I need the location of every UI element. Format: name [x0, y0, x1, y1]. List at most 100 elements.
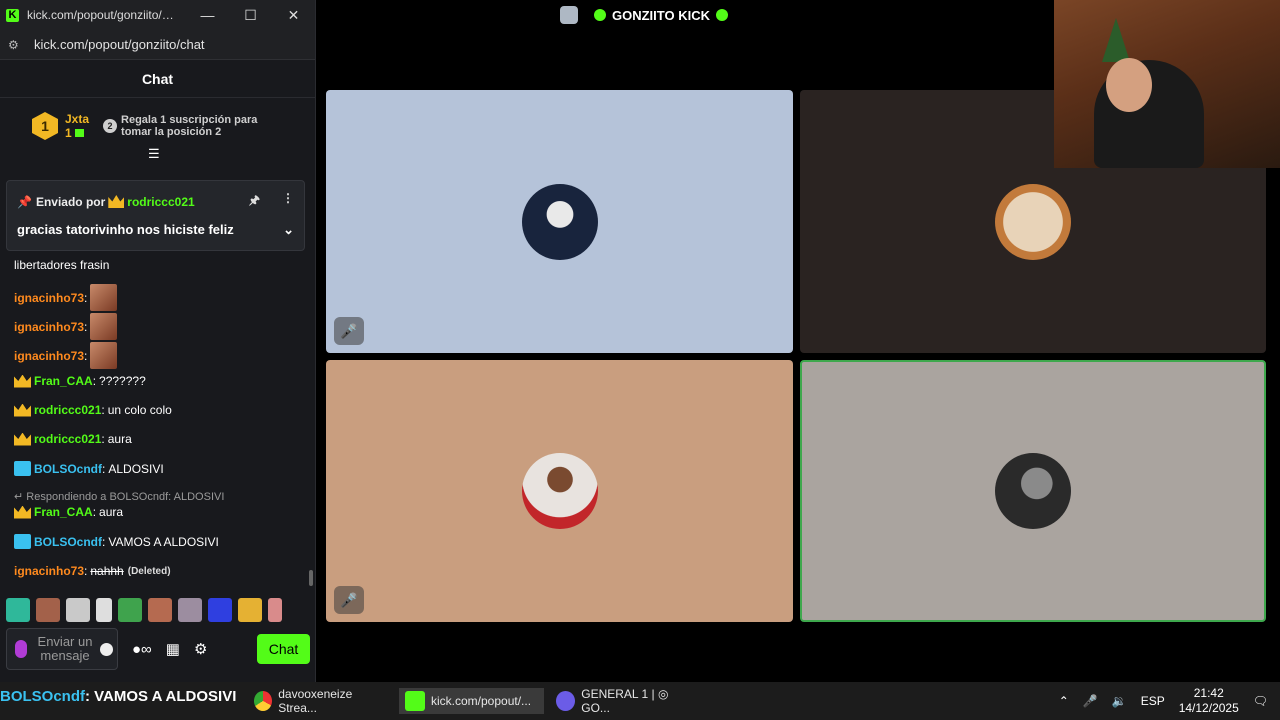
- message-username[interactable]: ignacinho73: [14, 291, 84, 305]
- input-placeholder: Enviar un mensaje: [37, 634, 93, 663]
- language-indicator[interactable]: ESP: [1141, 694, 1165, 708]
- mic-icon[interactable]: [15, 640, 27, 658]
- more-options-icon[interactable]: ⋮: [282, 191, 294, 212]
- message-username[interactable]: ignacinho73: [14, 349, 84, 363]
- muted-mic-icon[interactable]: 🎤: [334, 586, 364, 614]
- participant-avatar: [995, 183, 1071, 260]
- taskbar-item-discord[interactable]: GENERAL 1 | ◎ GO...: [556, 687, 696, 715]
- message-username[interactable]: ignacinho73: [14, 564, 84, 578]
- close-button[interactable]: ✕: [272, 0, 315, 30]
- subscriber-badge-icon: [14, 534, 31, 549]
- message-username[interactable]: rodriccc021: [34, 432, 101, 446]
- crown-badge-icon: [14, 432, 31, 446]
- collapse-toggle-icon[interactable]: ☰: [148, 146, 160, 162]
- crown-badge-icon: [14, 403, 31, 417]
- window-title: kick.com/popout/gonziito/chat: [27, 8, 177, 22]
- message-username[interactable]: BOLSOcndf: [34, 535, 102, 549]
- pinned-message: 📌 Enviado por rodriccc021 🖈 ⋮ gracias ta…: [6, 180, 305, 251]
- kick-logo-icon: K: [6, 8, 19, 22]
- mic-tray-icon[interactable]: 🎤: [1083, 694, 1098, 708]
- emote-icon[interactable]: [6, 598, 30, 622]
- message-text: libertadores frasin: [14, 258, 110, 272]
- connections-icon[interactable]: ●∞: [132, 641, 152, 658]
- maximize-button[interactable]: ☐: [229, 0, 272, 30]
- reply-icon: ↵: [14, 491, 27, 503]
- settings-icon[interactable]: ⚙: [194, 640, 207, 658]
- participant-tile[interactable]: 🎤: [326, 360, 793, 622]
- emote-icon[interactable]: [118, 598, 142, 622]
- leader-name[interactable]: Jxta: [65, 112, 89, 126]
- taskbar-item-kick[interactable]: kick.com/popout/...: [399, 688, 544, 714]
- emote-icon: [90, 313, 118, 340]
- emote-icon[interactable]: [238, 598, 262, 622]
- pinned-by-label: Enviado por: [35, 194, 106, 209]
- message-text: aura: [99, 505, 124, 519]
- subscriber-badge-icon: [14, 461, 31, 476]
- separator: :: [84, 348, 88, 363]
- separator: :: [102, 534, 106, 549]
- address-bar[interactable]: ⚙ kick.com/popout/gonziito/chat: [0, 30, 315, 60]
- pin-icon: 📌: [17, 194, 32, 209]
- message-text: un colo colo: [107, 403, 172, 417]
- url-text[interactable]: kick.com/popout/gonziito/chat: [34, 37, 205, 52]
- emote-icon[interactable]: [96, 598, 112, 622]
- emote-icon[interactable]: [208, 598, 232, 622]
- chevron-up-icon[interactable]: ⌃: [1059, 694, 1069, 708]
- screen: K kick.com/popout/gonziito/chat — ☐ ✕ ⚙ …: [0, 0, 1280, 720]
- emote-icon: [90, 342, 118, 369]
- message-username[interactable]: ignacinho73: [14, 320, 84, 334]
- taskbar-item-chrome[interactable]: davooxeneize Strea...: [254, 687, 384, 715]
- green-dot-icon: [594, 9, 606, 21]
- chat-scrollbar[interactable]: [309, 570, 313, 586]
- notifications-icon[interactable]: 🗨: [1253, 694, 1268, 708]
- store-icon[interactable]: ▦: [166, 640, 180, 658]
- reply-indicator: ↵ Respondiendo a BOLSOcndf: ALDOSIVI: [14, 491, 225, 503]
- send-chat-button[interactable]: Chat: [257, 634, 310, 664]
- emote-icon[interactable]: [36, 598, 60, 622]
- clock-date: 14/12/2025: [1178, 701, 1239, 715]
- unpin-icon[interactable]: 🖈: [249, 191, 260, 212]
- emoji-icon[interactable]: [100, 642, 113, 656]
- pinned-user[interactable]: rodriccc021: [127, 195, 194, 209]
- clock[interactable]: 21:42 14/12/2025: [1179, 686, 1239, 716]
- chat-message: ignacinho73:: [14, 313, 118, 340]
- separator: :: [84, 564, 88, 578]
- chat-message: rodriccc021: un colo colo: [14, 403, 172, 417]
- speaker-icon[interactable]: 🔉: [1112, 694, 1127, 708]
- chat-message: libertadores frasin: [14, 258, 109, 272]
- streamer-head: [1106, 58, 1152, 112]
- gift-prompt: Regala 1 suscripción para tomar la posic…: [121, 114, 258, 138]
- emote-icon[interactable]: [178, 598, 202, 622]
- message-username[interactable]: Fran_CAA: [34, 374, 93, 388]
- rank-1-badge: 1: [32, 112, 58, 140]
- emote-icon[interactable]: [268, 598, 282, 622]
- pinned-text: gracias tatorivinho nos hiciste feliz: [17, 222, 234, 237]
- kick-icon: [405, 691, 425, 711]
- participant-tile-speaking[interactable]: [800, 360, 1266, 622]
- participant-avatar: [521, 453, 598, 529]
- participant-tile[interactable]: 🎤: [326, 90, 793, 353]
- webcam-overlay: [1054, 0, 1280, 168]
- message-username[interactable]: Fran_CAA: [34, 505, 93, 519]
- message-username[interactable]: rodriccc021: [34, 403, 101, 417]
- separator: :: [92, 374, 97, 388]
- expand-chevron-icon[interactable]: ⌄: [283, 222, 294, 238]
- rank-2-badge: 2: [103, 119, 118, 133]
- message-username[interactable]: BOLSOcndf: [34, 462, 102, 476]
- window-titlebar[interactable]: K kick.com/popout/gonziito/chat — ☐ ✕: [0, 0, 315, 30]
- separator: :: [101, 432, 105, 446]
- crown-badge-icon: [14, 505, 31, 519]
- leader-count: 1: [65, 126, 72, 140]
- muted-mic-icon[interactable]: 🎤: [334, 317, 364, 345]
- chat-input[interactable]: Enviar un mensaje: [6, 628, 118, 670]
- message-text: ???????: [99, 374, 146, 388]
- minimize-button[interactable]: —: [186, 0, 229, 30]
- emote-icon[interactable]: [148, 598, 172, 622]
- emote-icon[interactable]: [66, 598, 90, 622]
- emote-icon: [90, 284, 118, 311]
- deleted-tag: (Deleted): [127, 565, 171, 577]
- site-settings-icon[interactable]: ⚙: [8, 38, 22, 52]
- participant-avatar: [521, 183, 598, 260]
- separator: :: [101, 403, 105, 417]
- message-text: aura: [107, 432, 132, 446]
